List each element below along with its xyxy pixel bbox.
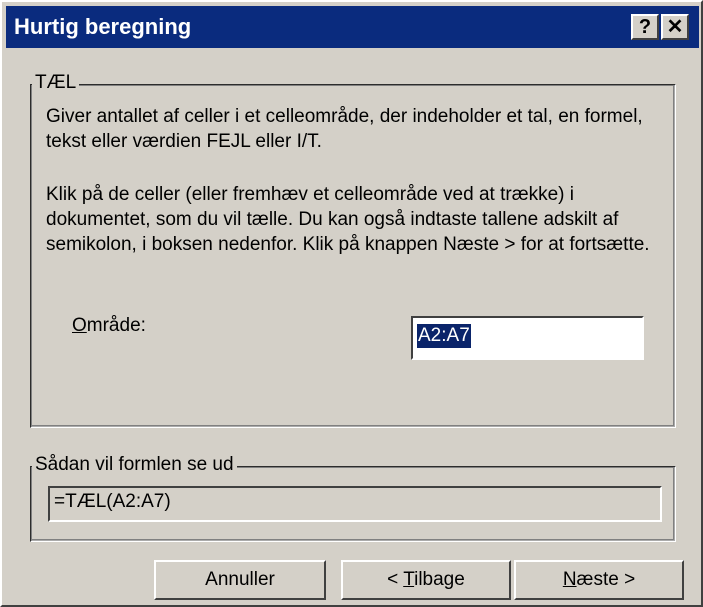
function-description: Giver antallet af celler i et celleområd… <box>46 106 643 152</box>
dialog-title: Hurtig beregning <box>14 14 192 39</box>
next-text: æste > <box>576 569 636 590</box>
range-label-text: mråde: <box>86 315 146 336</box>
cancel-button[interactable]: Annuller <box>154 560 326 600</box>
formula-group-legend: Sådan vil formlen se ud <box>32 454 237 476</box>
next-button[interactable]: Næste > <box>514 560 684 600</box>
next-mnemonic: N <box>562 569 577 590</box>
range-input-value: A2:A7 <box>417 324 471 348</box>
close-button[interactable]: ✕ <box>661 14 689 40</box>
formula-preview: =TÆL(A2:A7) <box>48 486 662 522</box>
back-button[interactable]: < Tilbage <box>341 560 511 600</box>
title-bar[interactable]: Hurtig beregning ? ✕ <box>6 6 699 48</box>
function-group-legend: TÆL <box>32 72 80 94</box>
help-button[interactable]: ? <box>631 14 659 40</box>
back-mnemonic: T <box>403 569 415 590</box>
back-prefix: < <box>387 569 404 590</box>
range-label-mnemonic: O <box>72 315 87 336</box>
range-label: Område: <box>72 314 146 338</box>
range-input[interactable]: A2:A7 <box>411 316 644 360</box>
help-icon: ? <box>638 16 652 38</box>
close-icon: ✕ <box>666 16 684 38</box>
quick-calc-dialog: Hurtig beregning ? ✕ TÆL Giver antallet … <box>0 0 703 607</box>
back-text: ilbage <box>414 569 465 590</box>
function-instructions: Klik på de celler (eller fremhæv et cell… <box>46 184 650 255</box>
